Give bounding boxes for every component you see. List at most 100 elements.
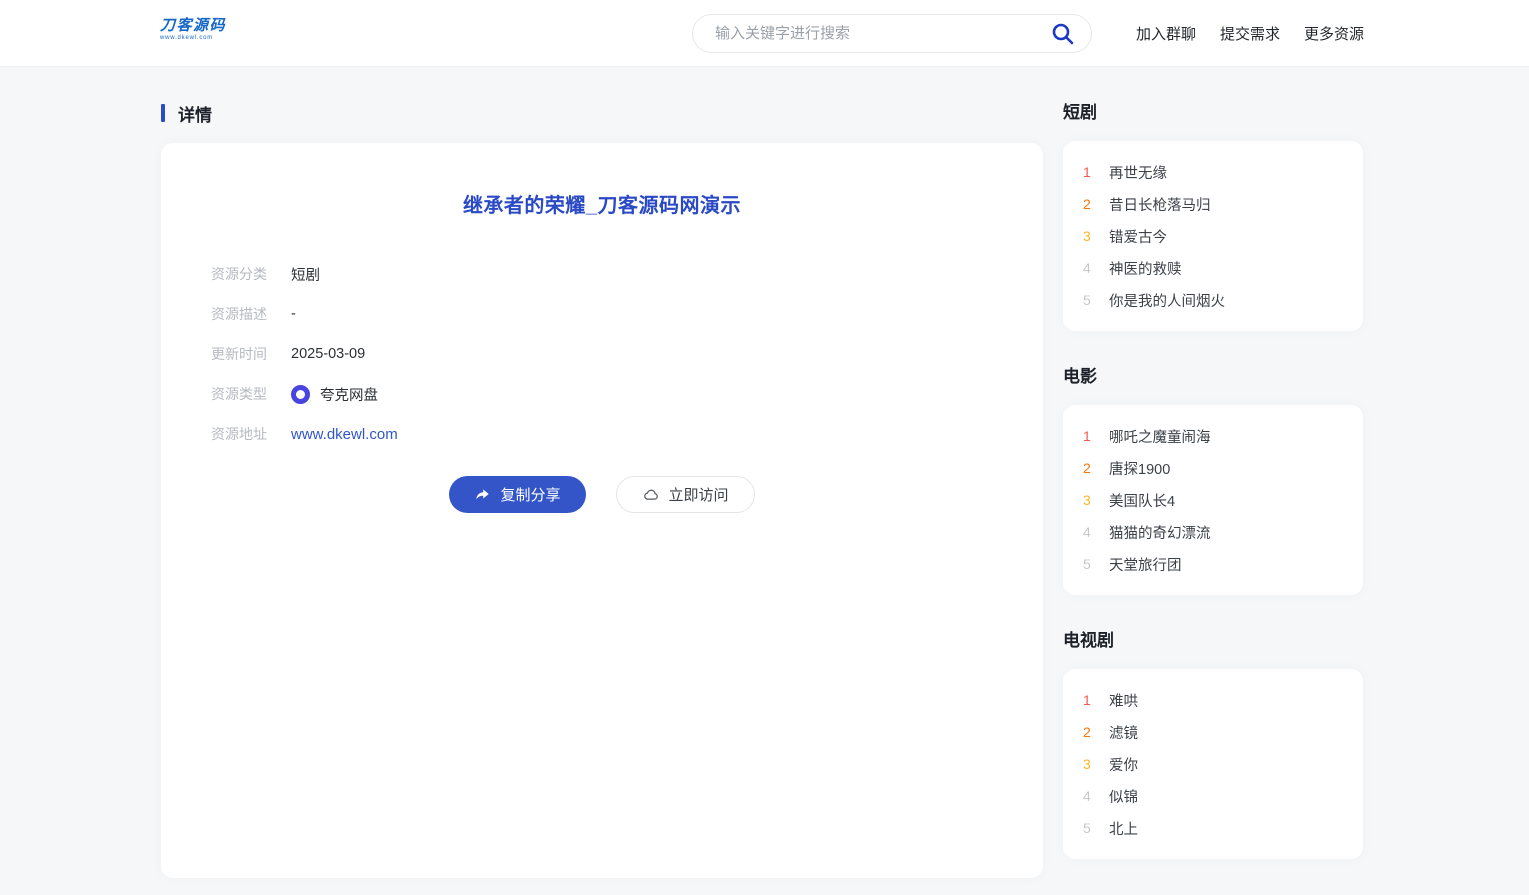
rank-title: 再世无缘 xyxy=(1109,162,1167,183)
rank-item[interactable]: 5 天堂旅行团 xyxy=(1083,548,1343,580)
rank-item[interactable]: 3 错爱古今 xyxy=(1083,220,1343,252)
field-value: - xyxy=(291,306,296,322)
share-icon xyxy=(474,486,491,503)
rank-item[interactable]: 3 美国队长4 xyxy=(1083,484,1343,516)
nav-link[interactable]: 加入群聊 xyxy=(1136,23,1196,44)
rank-item[interactable]: 1 再世无缘 xyxy=(1083,156,1343,188)
rank-title: 北上 xyxy=(1109,818,1138,839)
rank-number: 2 xyxy=(1083,460,1098,476)
rank-number: 3 xyxy=(1083,756,1098,772)
rank-number: 4 xyxy=(1083,788,1098,804)
heading-accent-bar xyxy=(161,104,165,122)
field-value-text: 短剧 xyxy=(291,264,320,285)
rank-number: 1 xyxy=(1083,692,1098,708)
sidebar-rank-card: 1 哪吒之魔童闹海 2 唐探1900 3 美国队长4 4 猫猫的奇幻漂流 5 天堂旅行团 xyxy=(1063,405,1363,595)
field-label: 资源描述 xyxy=(211,304,273,324)
rank-number: 1 xyxy=(1083,164,1098,180)
rank-number: 1 xyxy=(1083,428,1098,444)
field-label: 资源类型 xyxy=(211,384,273,404)
rank-title: 你是我的人间烟火 xyxy=(1109,290,1225,311)
field-label: 资源地址 xyxy=(211,424,273,444)
rank-number: 5 xyxy=(1083,556,1098,572)
field-label: 资源分类 xyxy=(211,264,273,284)
detail-column: 详情 继承者的荣耀_刀客源码网演示 资源分类短剧资源描述-更新时间2025-03… xyxy=(161,103,1043,878)
search-input[interactable] xyxy=(715,25,1049,42)
rank-item[interactable]: 4 似锦 xyxy=(1083,780,1343,812)
copy-share-label: 复制分享 xyxy=(500,484,560,505)
quark-disk-icon xyxy=(291,385,310,404)
rank-title: 哪吒之魔童闹海 xyxy=(1109,426,1211,447)
rank-item[interactable]: 1 难哄 xyxy=(1083,684,1343,716)
action-buttons: 复制分享 立即访问 xyxy=(211,476,993,513)
rank-number: 4 xyxy=(1083,260,1098,276)
search-bar xyxy=(692,14,1092,53)
detail-section-heading: 详情 xyxy=(161,103,1043,123)
rank-number: 4 xyxy=(1083,524,1098,540)
field-value-text: - xyxy=(291,306,296,322)
rank-title: 猫猫的奇幻漂流 xyxy=(1109,522,1211,543)
resource-url-link[interactable]: www.dkewl.com xyxy=(291,426,398,443)
logo-subtext: www.dkewl.com xyxy=(160,34,226,43)
visit-now-button[interactable]: 立即访问 xyxy=(616,476,755,513)
rank-item[interactable]: 2 滤镜 xyxy=(1083,716,1343,748)
resource-title: 继承者的荣耀_刀客源码网演示 xyxy=(211,189,993,218)
top-header: 刀客源码 www.dkewl.com 加入群聊 提交需求 更多资源 xyxy=(0,0,1529,67)
rank-title: 神医的救赎 xyxy=(1109,258,1182,279)
field-value: 夸克网盘 xyxy=(291,384,378,405)
sidebar-rank-card: 1 再世无缘 2 昔日长枪落马归 3 错爱古今 4 神医的救赎 5 你是我的人间烟火 xyxy=(1063,141,1363,331)
rank-item[interactable]: 5 你是我的人间烟火 xyxy=(1083,284,1343,316)
search-button[interactable] xyxy=(1049,20,1077,48)
rank-item[interactable]: 1 哪吒之魔童闹海 xyxy=(1083,420,1343,452)
rank-title: 似锦 xyxy=(1109,786,1138,807)
field-value-text: 2025-03-09 xyxy=(291,346,365,362)
rank-number: 3 xyxy=(1083,228,1098,244)
logo-text: 刀客源码 xyxy=(160,17,226,34)
rank-number: 2 xyxy=(1083,724,1098,740)
field-value: 短剧 xyxy=(291,264,320,285)
field-label: 更新时间 xyxy=(211,344,273,364)
detail-fields: 资源分类短剧资源描述-更新时间2025-03-09资源类型夸克网盘资源地址www… xyxy=(211,262,993,446)
field-value-text: 夸克网盘 xyxy=(320,384,378,405)
sidebar-section-title: 短剧 xyxy=(1063,103,1363,123)
detail-card: 继承者的荣耀_刀客源码网演示 资源分类短剧资源描述-更新时间2025-03-09… xyxy=(161,143,1043,878)
sidebar-section-title: 电视剧 xyxy=(1063,631,1363,651)
rank-item[interactable]: 3 爱你 xyxy=(1083,748,1343,780)
rank-title: 错爱古今 xyxy=(1109,226,1167,247)
nav-link[interactable]: 更多资源 xyxy=(1304,23,1364,44)
sidebar-rank-card: 1 难哄 2 滤镜 3 爱你 4 似锦 5 北上 xyxy=(1063,669,1363,859)
detail-field-row: 资源地址 www.dkewl.com xyxy=(211,422,993,446)
rank-item[interactable]: 2 昔日长枪落马归 xyxy=(1083,188,1343,220)
main-nav: 加入群聊 提交需求 更多资源 xyxy=(1136,0,1364,67)
cloud-icon xyxy=(642,486,660,504)
sidebar-section-title: 电影 xyxy=(1063,367,1363,387)
rank-title: 天堂旅行团 xyxy=(1109,554,1182,575)
sidebar: 短剧 1 再世无缘 2 昔日长枪落马归 3 错爱古今 4 神医的救赎 5 你是我的人间烟火电影 1 哪吒… xyxy=(1063,103,1363,895)
detail-field-row: 资源类型 夸克网盘 xyxy=(211,382,993,406)
rank-title: 爱你 xyxy=(1109,754,1138,775)
site-logo[interactable]: 刀客源码 www.dkewl.com xyxy=(160,17,226,43)
copy-share-button[interactable]: 复制分享 xyxy=(449,476,585,513)
rank-item[interactable]: 5 北上 xyxy=(1083,812,1343,844)
rank-number: 2 xyxy=(1083,196,1098,212)
visit-now-label: 立即访问 xyxy=(669,484,729,505)
field-value: 2025-03-09 xyxy=(291,346,365,362)
page-content: 详情 继承者的荣耀_刀客源码网演示 资源分类短剧资源描述-更新时间2025-03… xyxy=(0,67,1529,895)
rank-title: 难哄 xyxy=(1109,690,1138,711)
rank-item[interactable]: 4 猫猫的奇幻漂流 xyxy=(1083,516,1343,548)
rank-item[interactable]: 4 神医的救赎 xyxy=(1083,252,1343,284)
nav-link[interactable]: 提交需求 xyxy=(1220,23,1280,44)
search-icon xyxy=(1050,21,1076,47)
detail-field-row: 资源分类短剧 xyxy=(211,262,993,286)
page-title: 详情 xyxy=(178,101,212,126)
rank-number: 3 xyxy=(1083,492,1098,508)
field-value: www.dkewl.com xyxy=(291,426,398,443)
rank-title: 昔日长枪落马归 xyxy=(1109,194,1211,215)
rank-title: 滤镜 xyxy=(1109,722,1138,743)
detail-field-row: 资源描述 - xyxy=(211,302,993,326)
rank-item[interactable]: 2 唐探1900 xyxy=(1083,452,1343,484)
rank-title: 美国队长4 xyxy=(1109,490,1175,511)
detail-field-row: 更新时间 2025-03-09 xyxy=(211,342,993,366)
rank-title: 唐探1900 xyxy=(1109,458,1170,479)
rank-number: 5 xyxy=(1083,292,1098,308)
rank-number: 5 xyxy=(1083,820,1098,836)
